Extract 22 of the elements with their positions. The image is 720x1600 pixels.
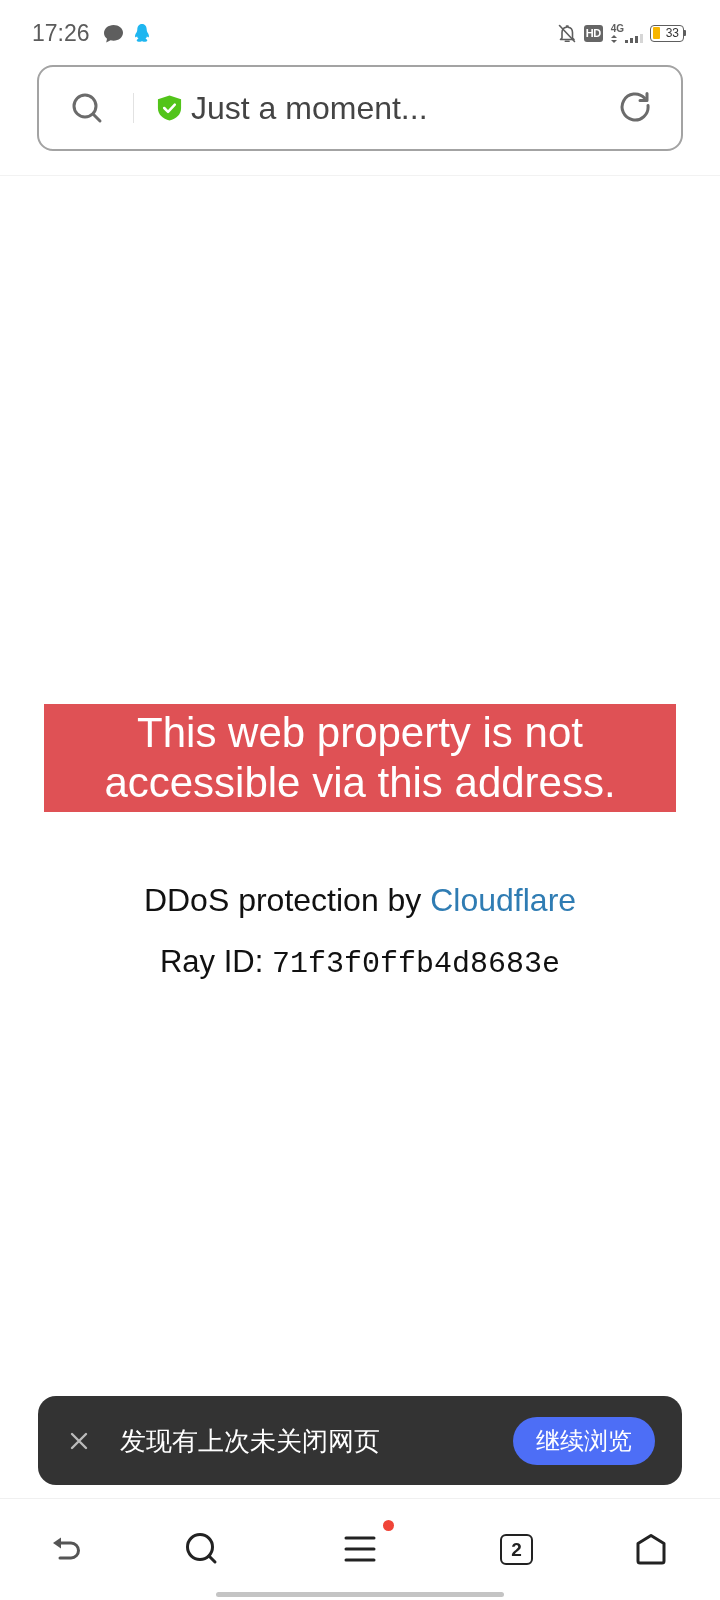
home-icon[interactable] bbox=[634, 1532, 668, 1566]
error-banner: This web property is not accessible via this address. bbox=[44, 704, 676, 812]
close-icon[interactable] bbox=[70, 1431, 88, 1450]
battery-indicator: 33 bbox=[650, 24, 686, 42]
network-type: 4G bbox=[610, 23, 624, 34]
address-bar[interactable]: Just a moment... bbox=[37, 65, 683, 151]
tabs-button[interactable]: 2 bbox=[500, 1534, 533, 1565]
continue-browsing-button[interactable]: 继续浏览 bbox=[513, 1416, 655, 1465]
hd-indicator: HD bbox=[583, 24, 603, 42]
data-arrows-icon bbox=[610, 34, 617, 43]
shield-check-icon bbox=[156, 93, 183, 123]
signal-bars-icon bbox=[625, 33, 643, 43]
protection-notice: DDoS protection by Cloudflare bbox=[143, 881, 577, 920]
search-icon[interactable] bbox=[185, 1532, 219, 1566]
page-title: Just a moment... bbox=[191, 89, 428, 127]
banner-message: 发现有上次未关闭网页 bbox=[120, 1424, 380, 1458]
penguin-icon bbox=[133, 23, 150, 43]
chat-bubble-icon bbox=[102, 23, 124, 43]
ray-id-text: Ray ID: 71f3f0ffb4d8683e bbox=[160, 943, 560, 983]
clock-time: 17:26 bbox=[32, 19, 90, 47]
muted-bell-icon bbox=[557, 23, 576, 43]
cloudflare-link[interactable]: Cloudflare bbox=[430, 882, 577, 918]
